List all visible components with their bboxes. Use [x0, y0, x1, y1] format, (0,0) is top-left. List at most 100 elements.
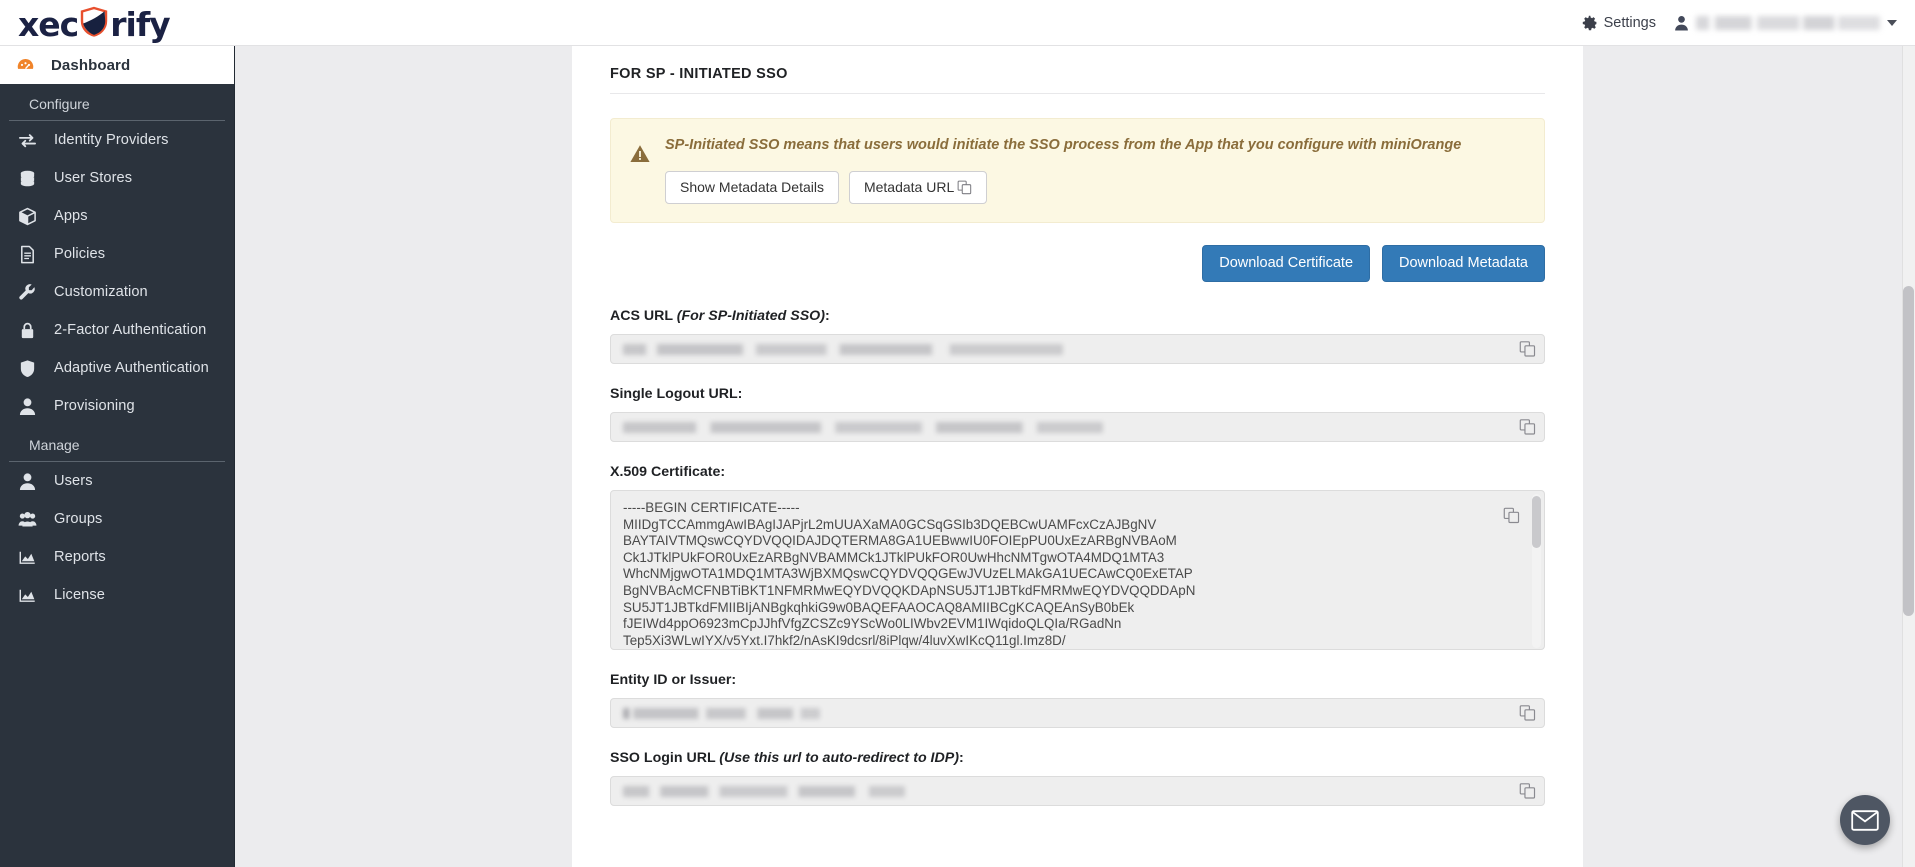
sidebar-item-label: 2-Factor Authentication [54, 322, 207, 338]
single-logout-url-value-redacted [623, 421, 1103, 433]
avatar-icon [1675, 15, 1688, 31]
document-icon [21, 245, 34, 263]
sidebar-item-adaptive-authentication[interactable]: Adaptive Authentication [0, 349, 234, 387]
copy-icon[interactable] [957, 180, 972, 195]
copy-icon[interactable] [1519, 705, 1536, 722]
show-metadata-details-button[interactable]: Show Metadata Details [665, 171, 839, 204]
sidebar-item-apps[interactable]: Apps [0, 197, 234, 235]
sidebar-item-reports[interactable]: Reports [0, 538, 234, 576]
sso-login-url-label-colon: : [958, 750, 964, 766]
sso-settings-card: FOR SP - INITIATED SSO SP-Initiated SSO … [572, 46, 1583, 867]
sso-login-url-input[interactable] [610, 776, 1545, 806]
field-x509-certificate: X.509 Certificate: -----BEGIN CERTIFICAT… [610, 464, 1545, 650]
sso-login-url-value-redacted [623, 785, 905, 797]
sidebar-item-groups[interactable]: Groups [0, 500, 234, 538]
single-logout-url-input[interactable] [610, 412, 1545, 442]
sso-login-url-label: SSO Login URL [610, 750, 720, 766]
contact-support-button[interactable] [1840, 795, 1890, 845]
sidebar-item-provisioning[interactable]: Provisioning [0, 387, 234, 425]
metadata-url-label: Metadata URL [863, 179, 955, 195]
sidebar-item-identity-providers[interactable]: Identity Providers [0, 121, 234, 159]
single-logout-url-label-colon: : [737, 386, 743, 402]
copy-icon[interactable] [1519, 783, 1536, 800]
acs-url-label: ACS URL [610, 308, 677, 324]
copy-icon[interactable] [1519, 419, 1536, 436]
sidebar-item-label: Policies [54, 246, 106, 262]
sidebar-group-manage-title: Manage [9, 425, 225, 462]
sidebar-item-label: Identity Providers [54, 132, 169, 148]
acs-url-label-colon: : [824, 308, 830, 324]
sidebar-item-label: Customization [54, 284, 148, 300]
sidebar-item-users[interactable]: Users [0, 462, 234, 500]
speedometer-icon [17, 58, 34, 69]
user-icon [19, 472, 36, 490]
sidebar-item-dashboard[interactable]: Dashboard [0, 46, 234, 84]
page-body: FOR SP - INITIATED SSO SP-Initiated SSO … [235, 46, 1905, 867]
brand-logo[interactable]: xec rify [18, 2, 171, 46]
sidebar-item-label: Users [54, 473, 93, 489]
field-label: Entity ID or Issuer: [610, 672, 1545, 688]
shield-icon [20, 359, 35, 377]
chevron-down-icon[interactable] [1887, 20, 1897, 26]
sidebar-item-label: Groups [54, 511, 103, 527]
settings-button[interactable]: Settings [1582, 15, 1656, 31]
alert-message: SP-Initiated SSO means that users would … [665, 137, 1462, 153]
sidebar-item-label: Provisioning [54, 398, 135, 414]
sidebar-item-label: Adaptive Authentication [54, 360, 209, 376]
entity-id-label-colon: : [731, 672, 737, 688]
sidebar-item-license[interactable]: License [0, 576, 234, 614]
users-group-icon [18, 511, 37, 527]
acs-url-input[interactable] [610, 334, 1545, 364]
acs-url-value-redacted [623, 343, 1063, 355]
certificate-label: X.509 Certificate: [610, 464, 726, 480]
gear-icon [1582, 15, 1596, 31]
warning-triangle-icon [630, 145, 650, 162]
sidebar-item-2-factor-authentication[interactable]: 2-Factor Authentication [0, 311, 234, 349]
certificate-textarea[interactable]: -----BEGIN CERTIFICATE----- MIIDgTCCAmmg… [610, 490, 1545, 650]
sidebar-item-user-stores[interactable]: User Stores [0, 159, 234, 197]
download-metadata-button[interactable]: Download Metadata [1382, 245, 1545, 282]
copy-icon[interactable] [1519, 341, 1536, 358]
field-sso-login-url: SSO Login URL (Use this url to auto-redi… [610, 750, 1545, 806]
sidebar-group-configure-title: Configure [9, 84, 225, 121]
entity-id-input[interactable] [610, 698, 1545, 728]
download-buttons-row: Download Certificate Download Metadata [610, 245, 1545, 282]
logo-text-right: rify [110, 4, 170, 44]
page-scrollbar-thumb[interactable] [1903, 286, 1914, 616]
alert-body: SP-Initiated SSO means that users would … [665, 135, 1526, 204]
database-icon [20, 170, 35, 186]
sso-login-url-label-note: (Use this url to auto-redirect to IDP) [719, 750, 959, 766]
entity-id-value-redacted [623, 707, 820, 719]
copy-icon[interactable] [1503, 507, 1520, 524]
sidebar-item-customization[interactable]: Customization [0, 273, 234, 311]
field-label: Single Logout URL: [610, 386, 1545, 402]
mail-icon [1851, 809, 1879, 831]
user-email-redacted [1696, 16, 1880, 30]
header-right-group: Settings [1582, 0, 1903, 46]
sidebar-item-label: Reports [54, 549, 106, 565]
lock-icon [21, 322, 34, 338]
field-entity-id: Entity ID or Issuer: [610, 672, 1545, 728]
sp-initiated-sso-alert: SP-Initiated SSO means that users would … [610, 118, 1545, 223]
entity-id-label: Entity ID or Issuer [610, 672, 732, 688]
wrench-icon [19, 283, 35, 300]
top-header-bar: xec rify Settings [0, 0, 1915, 46]
user-account-menu[interactable] [1668, 12, 1903, 34]
sidebar-nav: Dashboard Configure Identity Providers U… [0, 46, 235, 867]
page-scrollbar-track[interactable] [1902, 46, 1915, 867]
certificate-scrollbar-thumb[interactable] [1532, 496, 1541, 548]
settings-label: Settings [1603, 15, 1656, 31]
show-metadata-details-label: Show Metadata Details [680, 179, 824, 195]
exchange-arrows-icon [18, 133, 37, 147]
alert-action-buttons: Show Metadata Details Metadata URL [665, 171, 1526, 204]
user-icon [19, 397, 36, 415]
page-title: FOR SP - INITIATED SSO [610, 62, 1545, 94]
metadata-url-button[interactable]: Metadata URL [848, 171, 988, 204]
field-single-logout-url: Single Logout URL: [610, 386, 1545, 442]
sidebar-item-label: License [54, 587, 106, 603]
sidebar-item-label: Dashboard [51, 56, 131, 74]
sidebar-item-policies[interactable]: Policies [0, 235, 234, 273]
sidebar-item-label: Apps [54, 208, 88, 224]
download-certificate-button[interactable]: Download Certificate [1202, 245, 1371, 282]
sidebar-item-label: User Stores [54, 170, 133, 186]
